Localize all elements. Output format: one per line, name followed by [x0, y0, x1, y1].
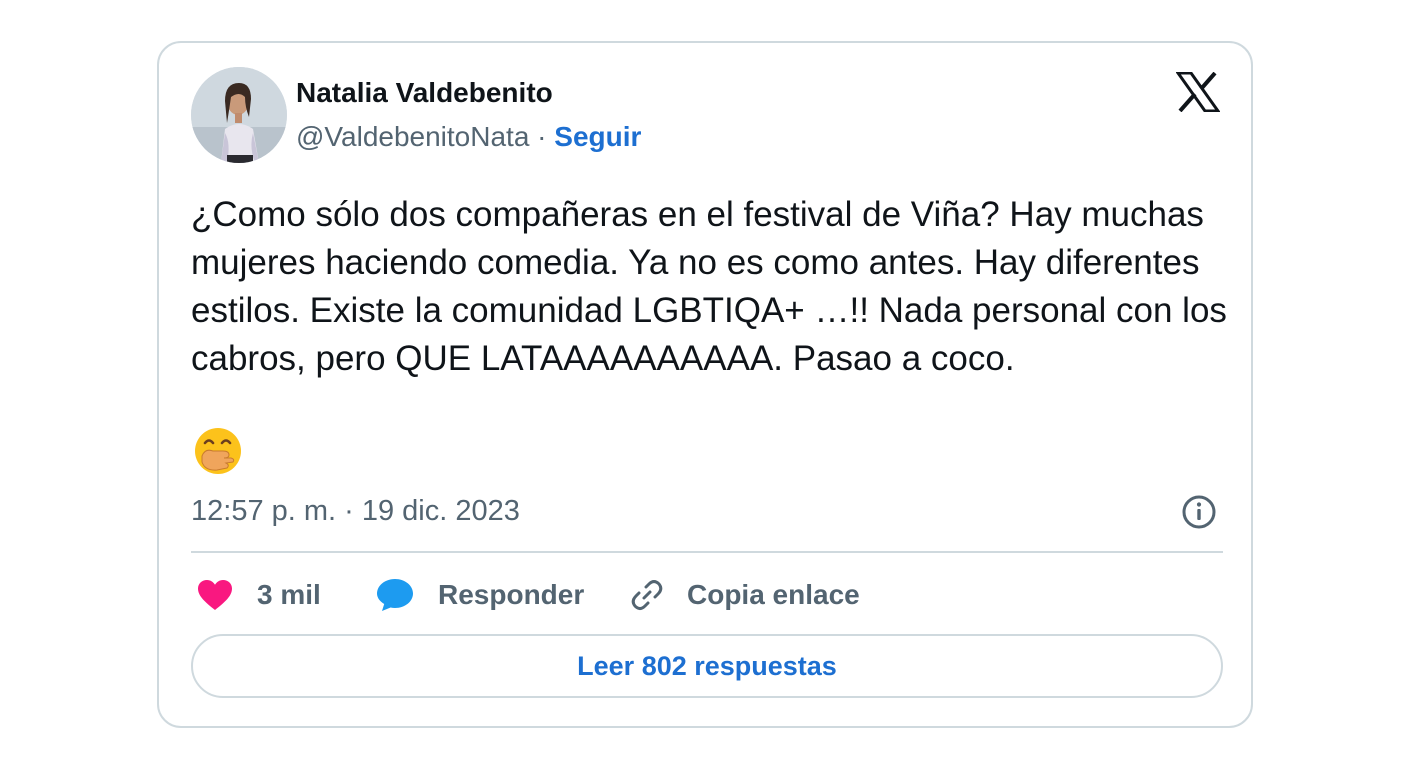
speech-bubble-icon [377, 579, 413, 611]
heart-icon [198, 580, 232, 610]
copy-link-label: Copia enlace [687, 579, 860, 610]
x-logo-icon[interactable] [1176, 72, 1220, 112]
copy-link-button[interactable]: Copia enlace [629, 573, 860, 617]
author-name[interactable]: Natalia Valdebenito [296, 77, 553, 109]
likes-count: 3 mil [257, 579, 321, 610]
author-handle[interactable]: @ValdebenitoNata [296, 121, 529, 152]
avatar-photo [191, 67, 287, 163]
face-with-hand-over-mouth-icon [195, 428, 241, 474]
tweet-embed-card: Natalia Valdebenito @ValdebenitoNata · S… [157, 41, 1253, 728]
reply-button[interactable]: Responder [376, 573, 584, 617]
follow-link[interactable]: Seguir [554, 121, 641, 152]
link-icon [631, 580, 663, 610]
avatar[interactable] [191, 67, 287, 163]
tweet-text: ¿Como sólo dos compañeras en el festival… [191, 195, 1237, 378]
divider [191, 551, 1223, 553]
info-icon[interactable] [1181, 494, 1217, 530]
handle-separator: · [529, 121, 555, 152]
author-subline: @ValdebenitoNata · Seguir [296, 121, 641, 153]
like-button[interactable]: 3 mil [197, 573, 321, 617]
tweet-timestamp[interactable]: 12:57 p. m. · 19 dic. 2023 [191, 495, 520, 528]
reply-label: Responder [438, 579, 585, 610]
read-replies-button[interactable]: Leer 802 respuestas [191, 634, 1223, 698]
